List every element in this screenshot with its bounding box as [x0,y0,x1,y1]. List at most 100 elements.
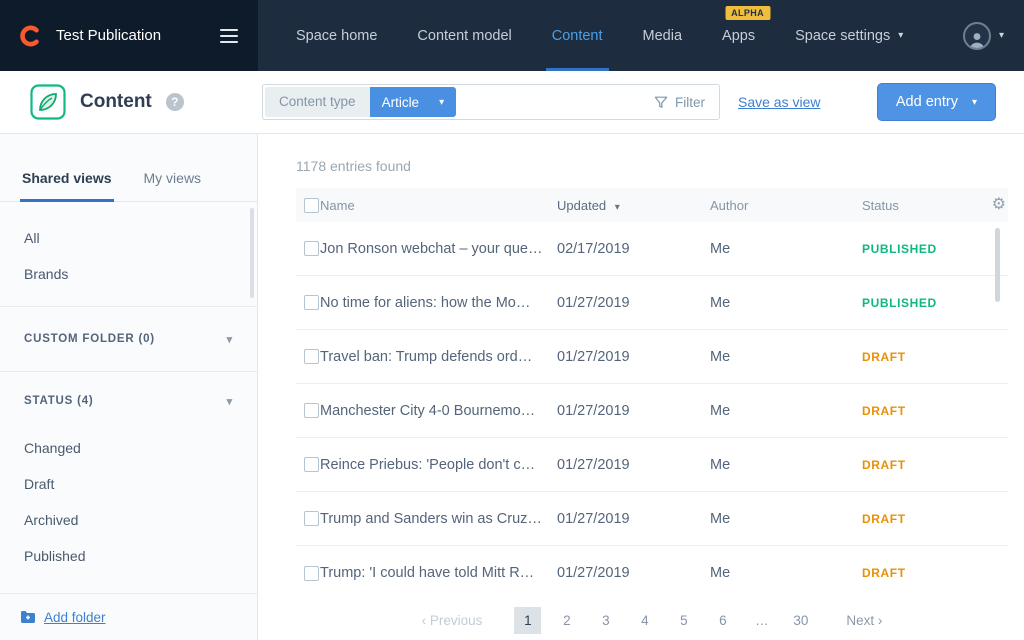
entries-panel: 1178 entries found Name Updated ▾ Author… [258,134,1024,640]
row-checkbox[interactable] [304,403,319,418]
sidebar-scrollbar[interactable] [250,208,254,298]
column-updated[interactable]: Updated ▾ [557,198,710,213]
entry-author: Me [710,565,862,581]
status-section: STATUS (4) ▾ Changed Draft Archived Publ… [0,371,257,574]
entry-author: Me [710,511,862,527]
view-item-brands[interactable]: Brands [0,256,257,292]
views-tabs: Shared views My views [0,134,257,202]
table-scrollbar[interactable] [995,228,1000,302]
gear-icon[interactable]: ⚙ [992,197,1006,213]
nav-space-settings[interactable]: Space settings ▾ [775,0,923,71]
pagination-page[interactable]: 30 [787,607,814,634]
row-checkbox[interactable] [304,566,319,581]
table-row[interactable]: Manchester City 4-0 Bournemo… 01/27/2019… [296,384,1008,438]
pagination-next[interactable]: Next › [846,613,882,628]
pagination-page[interactable]: 6 [709,607,736,634]
row-checkbox[interactable] [304,295,319,310]
view-item-draft[interactable]: Draft [0,466,257,502]
add-folder-label: Add folder [44,610,106,625]
menu-icon[interactable] [218,25,240,47]
chevron-down-icon: ▾ [439,97,444,108]
table-row[interactable]: Jon Ronson webchat – your que… 02/17/201… [296,222,1008,276]
table-row[interactable]: Travel ban: Trump defends ord… 01/27/201… [296,330,1008,384]
contentful-logo-icon[interactable] [18,23,44,49]
view-item-changed[interactable]: Changed [0,430,257,466]
tab-my-views[interactable]: My views [144,170,202,201]
chevron-down-icon: ▾ [999,30,1004,41]
space-switcher: Test Publication [0,0,258,71]
column-name[interactable]: Name [320,198,557,213]
view-item-archived[interactable]: Archived [0,502,257,538]
row-checkbox[interactable] [304,457,319,472]
status-section-header[interactable]: STATUS (4) ▾ [0,372,257,430]
table-row[interactable]: Trump: 'I could have told Mitt R… 01/27/… [296,546,1008,600]
content-type-label: Content type [265,87,370,117]
views-list: All Brands [0,202,257,306]
entry-name[interactable]: Travel ban: Trump defends ord… [320,349,557,365]
table-row[interactable]: Trump and Sanders win as Cruz… 01/27/201… [296,492,1008,546]
content-type-select[interactable]: Article ▾ [370,87,457,117]
pagination-page[interactable]: 4 [631,607,658,634]
view-item-published[interactable]: Published [0,538,257,574]
entry-name[interactable]: Trump and Sanders win as Cruz… [320,511,557,527]
nav-content[interactable]: Content [532,0,623,71]
custom-folder-label: CUSTOM FOLDER (0) [24,333,155,345]
entry-name[interactable]: No time for aliens: how the Mo… [320,295,557,311]
column-updated-label: Updated [557,198,606,213]
select-all-checkbox[interactable] [304,198,319,213]
table-row[interactable]: Reince Priebus: 'People don't c… 01/27/2… [296,438,1008,492]
nav-space-home[interactable]: Space home [276,0,397,71]
pagination-page[interactable]: 5 [670,607,697,634]
pagination-page[interactable]: 1 [514,607,541,634]
custom-folder-header[interactable]: CUSTOM FOLDER (0) ▾ [0,307,257,371]
row-checkbox[interactable] [304,241,319,256]
entry-name[interactable]: Jon Ronson webchat – your que… [320,241,557,257]
content-type-value: Article [382,95,420,110]
entry-name[interactable]: Reince Priebus: 'People don't c… [320,457,557,473]
nav-media[interactable]: Media [623,0,703,71]
status-badge: DRAFT [862,350,986,364]
pagination-page[interactable]: 3 [592,607,619,634]
view-item-all[interactable]: All [0,220,257,256]
account-menu[interactable]: ▾ [955,0,1024,71]
filter-bar[interactable]: Content type Article ▾ Filter [262,84,720,120]
nav-apps[interactable]: ALPHA Apps [702,0,775,71]
funnel-icon [654,95,668,109]
pagination-ellipsis: … [748,607,775,634]
entry-updated: 01/27/2019 [557,511,710,527]
entry-author: Me [710,403,862,419]
pagination: ‹ Previous 1 2 3 4 5 6 … 30 Next › [296,602,1008,638]
entry-name[interactable]: Manchester City 4-0 Bournemo… [320,403,557,419]
avatar [963,22,991,50]
row-checkbox[interactable] [304,349,319,364]
pagination-previous: ‹ Previous [422,613,483,628]
nav-items: Space home Content model Content Media A… [258,0,1024,71]
status-badge: PUBLISHED [862,242,986,256]
space-name: Test Publication [56,27,161,44]
row-checkbox[interactable] [304,511,319,526]
status-badge: DRAFT [862,458,986,472]
alpha-badge: ALPHA [725,6,770,20]
add-entry-button[interactable]: Add entry ▾ [877,83,996,121]
top-navbar: Test Publication Space home Content mode… [0,0,1024,71]
tab-shared-views[interactable]: Shared views [22,170,112,201]
folder-plus-icon [20,610,36,624]
filter-toggle[interactable]: Filter [654,95,717,110]
nav-content-model[interactable]: Content model [397,0,531,71]
content-leaf-icon [30,84,66,120]
entry-name[interactable]: Trump: 'I could have told Mitt R… [320,565,557,581]
entry-updated: 01/27/2019 [557,295,710,311]
entry-author: Me [710,295,862,311]
save-as-view-link[interactable]: Save as view [738,94,820,110]
add-folder-link[interactable]: Add folder [20,610,106,625]
help-icon[interactable]: ? [166,93,184,111]
page-header: Content ? Content type Article ▾ Filter … [0,71,1024,134]
table-row[interactable]: No time for aliens: how the Mo… 01/27/20… [296,276,1008,330]
entry-updated: 01/27/2019 [557,349,710,365]
collapse-icon: ▾ [227,333,233,346]
pagination-page[interactable]: 2 [553,607,580,634]
status-badge: DRAFT [862,566,986,580]
collapse-icon: ▾ [227,395,233,408]
column-status[interactable]: Status [862,198,986,213]
column-author[interactable]: Author [710,198,862,213]
